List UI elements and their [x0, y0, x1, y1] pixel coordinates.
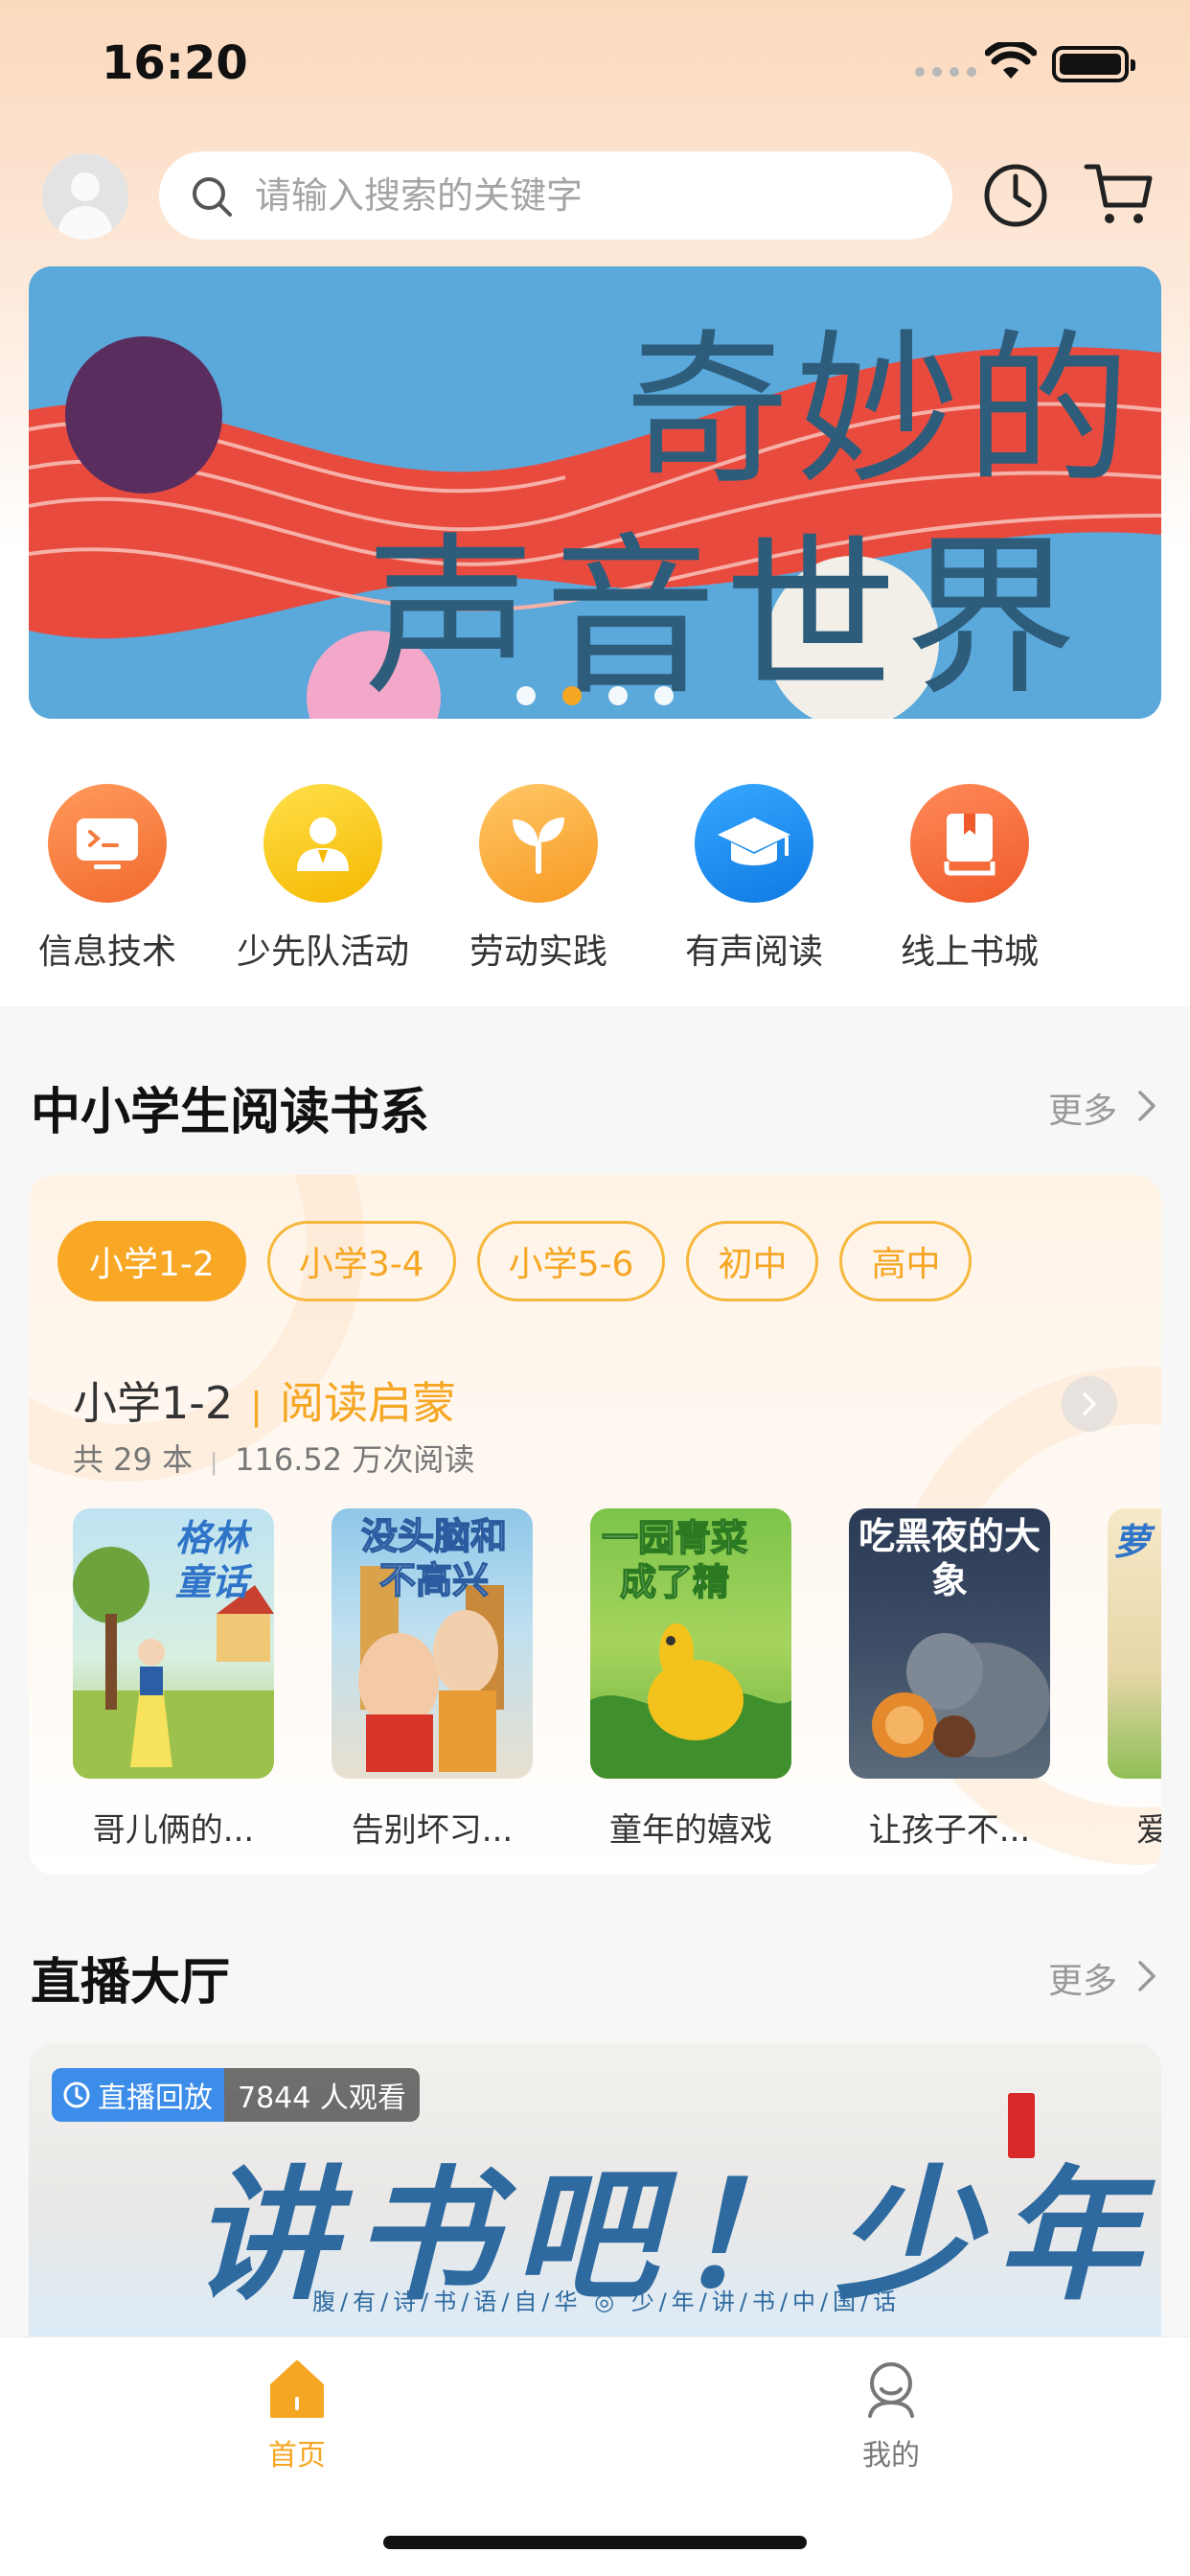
series-name: 阅读启蒙 — [279, 1377, 456, 1429]
search-input[interactable] — [255, 151, 926, 240]
book-item[interactable]: 没头脑和不高兴 告别坏习... — [332, 1508, 533, 1851]
banner-dot[interactable] — [654, 686, 674, 705]
status-bar: 16:20 — [0, 0, 1190, 134]
view-count: 7844 人观看 — [224, 2068, 420, 2122]
tab-home[interactable]: 首页 — [201, 2358, 393, 2473]
book-cover: 萝 — [1108, 1508, 1161, 1779]
book-cover-title: 一园青菜成了精 — [601, 1516, 748, 1604]
replay-icon — [63, 2082, 90, 2108]
book-icon — [910, 784, 1029, 903]
battery-icon — [1052, 46, 1135, 82]
live-poster-subtitle: 腹/有/诗/书/语/自/华 ◎ 少/年/讲/书/中/国/话 — [312, 2288, 902, 2315]
book-title: 童年的嬉戏 — [609, 1811, 772, 1850]
home-indicator — [383, 2536, 807, 2549]
live-badge: 直播回放 7844 人观看 — [52, 2068, 420, 2122]
category-label: 少先队活动 — [236, 932, 409, 972]
avatar[interactable] — [42, 153, 128, 240]
book-title: 哥儿俩的... — [92, 1811, 255, 1850]
book-title: 让孩子不... — [868, 1811, 1031, 1850]
replay-tag: 直播回放 — [52, 2068, 224, 2122]
category-grid: 信息技术 少先队活动 劳动实践 有声阅读 线上书城 — [0, 784, 1190, 972]
search-icon — [193, 177, 232, 217]
grade-tabs: 小学1-2 小学3-4 小学5-6 初中 高中 — [57, 1221, 973, 1301]
sprout-icon — [479, 784, 598, 903]
book-title: 告别坏习... — [351, 1811, 514, 1850]
category-item-pioneers[interactable]: 少先队活动 — [227, 784, 419, 974]
wifi-icon — [985, 42, 1037, 79]
banner-title-line2: 声音世界 — [364, 518, 1086, 719]
book-item[interactable]: 吃黑夜的大象 让孩子不... — [849, 1508, 1050, 1851]
series-title[interactable]: 小学1-2 | 阅读启蒙 — [73, 1368, 456, 1432]
grade-tab-senior-high[interactable]: 高中 — [839, 1221, 973, 1301]
series-book-count: 共 29 本 — [73, 1441, 194, 1478]
live-stream-card[interactable]: 直播回放 7844 人观看 讲书吧！少年 腹/有/诗/书/语/自/华 ◎ 少/年… — [29, 2043, 1161, 2336]
category-label: 信息技术 — [37, 932, 176, 972]
promo-banner[interactable]: 奇妙的 声音世界 — [29, 266, 1161, 719]
section-title-reading: 中小学生阅读书系 — [31, 1084, 430, 1141]
banner-dot[interactable] — [608, 686, 628, 705]
graduation-cap-icon — [695, 784, 813, 903]
search-bar[interactable] — [159, 151, 952, 240]
series-read-count: 116.52 万次阅读 — [235, 1441, 475, 1478]
book-cover-title: 萝 — [1113, 1521, 1151, 1563]
category-label: 有声阅读 — [684, 932, 823, 972]
section-title-live: 直播大厅 — [31, 1954, 231, 2012]
reading-series-card: 小学1-2 小学3-4 小学5-6 初中 高中 小学1-2 | 阅读启蒙 共 29 … — [29, 1175, 1161, 1874]
category-item-labor[interactable]: 劳动实践 — [443, 784, 634, 974]
chevron-right-icon[interactable] — [1136, 1959, 1157, 1993]
profile-icon — [868, 2362, 914, 2418]
history-clock-icon[interactable] — [981, 161, 1050, 230]
category-item-bookstore[interactable]: 线上书城 — [874, 784, 1065, 974]
grade-tab-junior-high[interactable]: 初中 — [686, 1221, 819, 1301]
home-icon — [270, 2360, 324, 2418]
category-item-audio-reading[interactable]: 有声阅读 — [658, 784, 850, 974]
category-label: 线上书城 — [900, 932, 1039, 972]
replay-label: 直播回放 — [98, 2082, 213, 2115]
grade-tab-1-2[interactable]: 小学1-2 — [57, 1221, 246, 1301]
status-time: 16:20 — [102, 36, 248, 90]
chevron-right-icon — [1083, 1392, 1096, 1415]
book-cover: 没头脑和不高兴 — [332, 1508, 533, 1779]
book-cover: 吃黑夜的大象 — [849, 1508, 1050, 1779]
top-header — [0, 144, 1190, 249]
banner-pagination[interactable] — [29, 686, 1161, 705]
series-meta: 共 29 本 | 116.52 万次阅读 — [73, 1441, 475, 1478]
series-divider: | — [250, 1385, 263, 1427]
live-more-link[interactable]: 更多 — [1048, 1953, 1117, 2003]
category-label: 劳动实践 — [469, 932, 607, 972]
grade-tab-3-4[interactable]: 小学3-4 — [266, 1221, 456, 1301]
person-icon — [263, 784, 382, 903]
series-next-button[interactable] — [1062, 1376, 1117, 1432]
book-title: 爱 — [1136, 1811, 1161, 1850]
tab-home-label: 首页 — [268, 2439, 326, 2472]
book-item[interactable]: 萝 爱 — [1108, 1508, 1161, 1851]
reading-more-link[interactable]: 更多 — [1048, 1083, 1117, 1133]
tab-mine[interactable]: 我的 — [795, 2358, 987, 2473]
banner-dot[interactable] — [516, 686, 536, 705]
grade-tab-5-6[interactable]: 小学5-6 — [476, 1221, 666, 1301]
tab-mine-label: 我的 — [862, 2439, 920, 2472]
book-cover: 一园青菜成了精 — [590, 1508, 791, 1779]
book-item[interactable]: 格林童话 哥儿俩的... — [73, 1508, 274, 1851]
book-cover-title: 吃黑夜的大象 — [858, 1515, 1041, 1601]
series-grade: 小学1-2 — [73, 1377, 234, 1429]
book-cover-title: 格林童话 — [174, 1517, 248, 1603]
terminal-icon — [48, 784, 167, 903]
book-carousel: 格林童话 哥儿俩的... 没头脑和不高兴 告别坏习... 一园青菜成了精 童年的… — [73, 1508, 1161, 1853]
category-item-info-tech[interactable]: 信息技术 — [11, 784, 203, 974]
signal-icon — [915, 67, 976, 77]
book-cover-title: 没头脑和不高兴 — [360, 1514, 508, 1602]
shopping-cart-icon[interactable] — [1083, 159, 1156, 230]
chevron-right-icon[interactable] — [1136, 1089, 1157, 1123]
book-cover: 格林童话 — [73, 1508, 274, 1779]
book-item[interactable]: 一园青菜成了精 童年的嬉戏 — [590, 1508, 791, 1851]
banner-dot-active[interactable] — [562, 686, 582, 705]
